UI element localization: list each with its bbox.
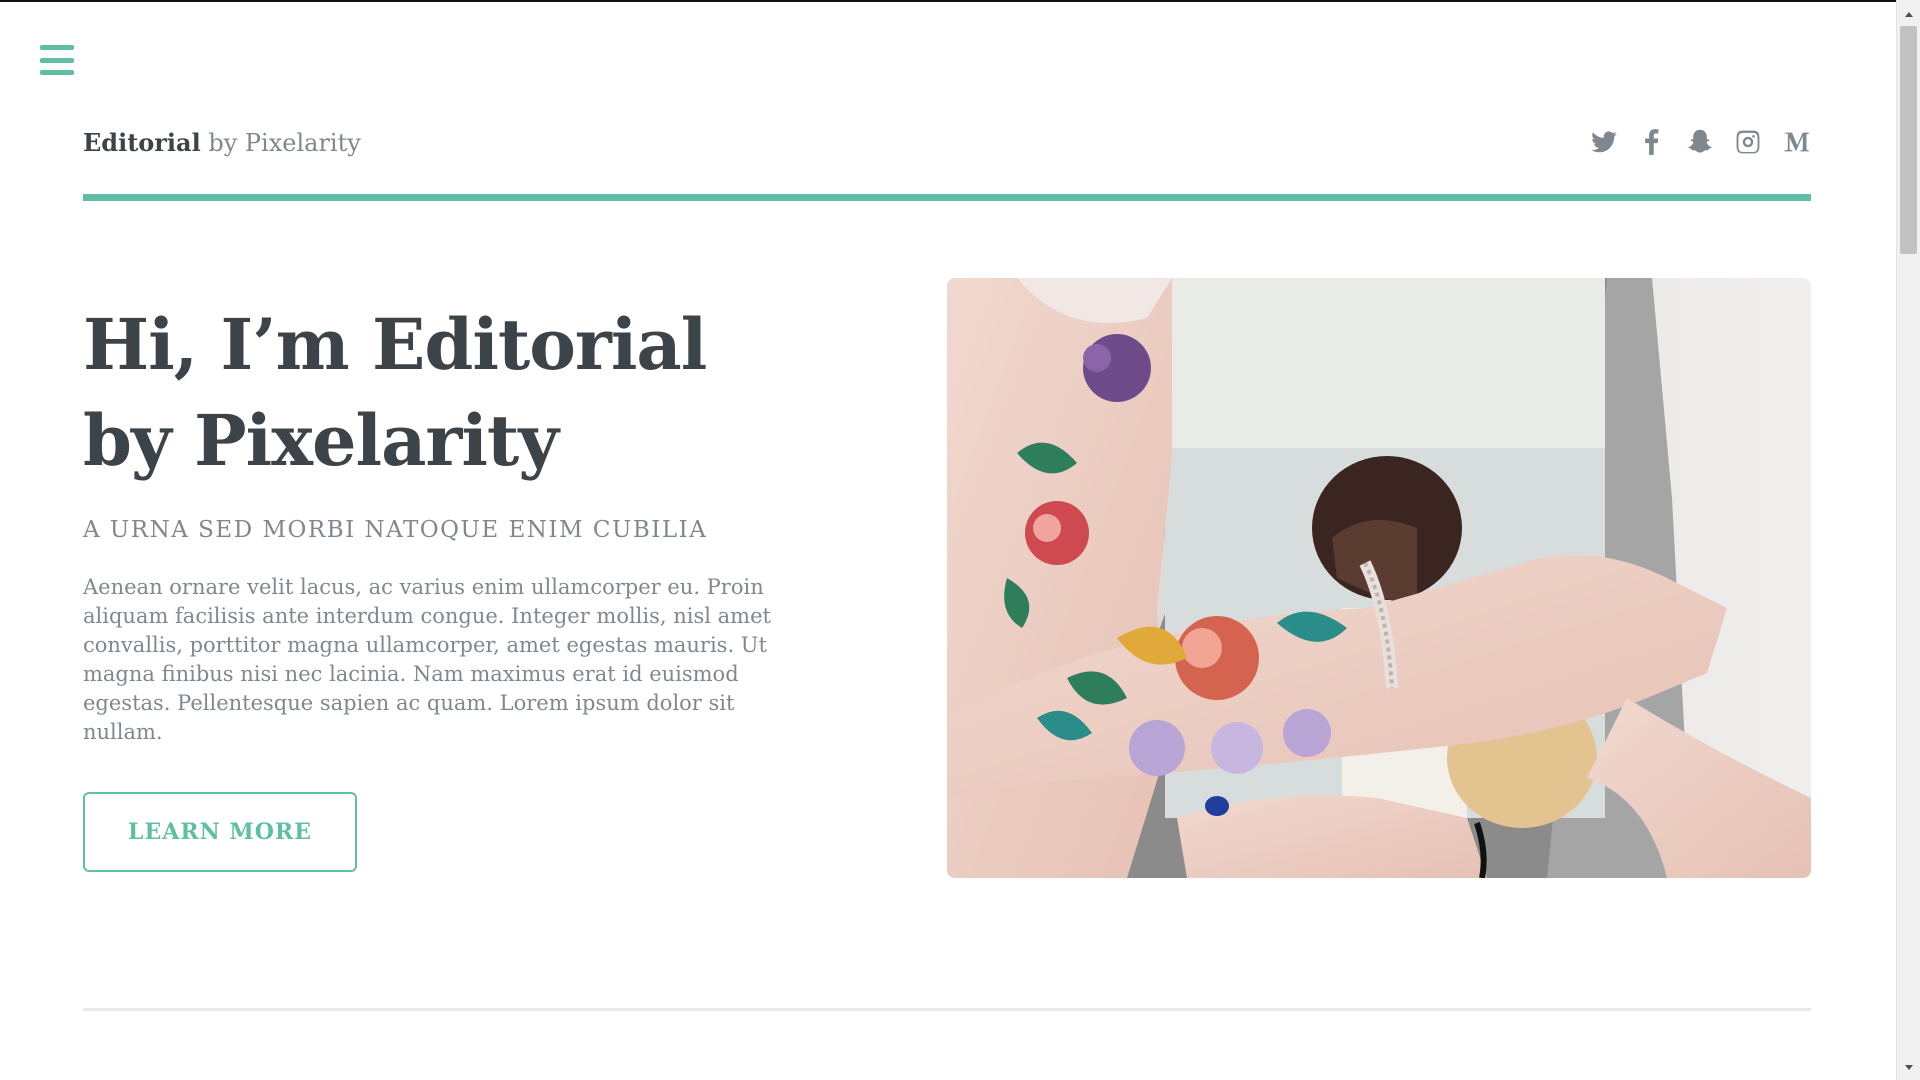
scroll-up-arrow-icon[interactable] xyxy=(1897,6,1920,24)
tattooed-arms-photo xyxy=(947,278,1811,878)
hamburger-bar xyxy=(40,57,74,63)
hero-title: Hi, I’m Editorial by Pixelarity xyxy=(83,303,707,482)
twitter-icon[interactable] xyxy=(1589,127,1619,157)
header-divider xyxy=(83,194,1811,201)
social-icons xyxy=(1589,127,1811,157)
logo-rest: by Pixelarity xyxy=(200,128,361,157)
medium-icon[interactable] xyxy=(1781,127,1811,157)
menu-toggle-icon[interactable] xyxy=(40,45,74,75)
hero-subtitle: A URNA SED MORBI NATOQUE ENIM CUBILIA xyxy=(83,517,708,543)
scrollbar-thumb[interactable] xyxy=(1900,26,1917,254)
scroll-down-arrow-icon[interactable] xyxy=(1897,1058,1920,1076)
instagram-icon[interactable] xyxy=(1733,127,1763,157)
page: Editorial by Pixelarity Hi, I’m Editoria… xyxy=(0,2,1896,1080)
logo-strong: Editorial xyxy=(83,127,201,157)
hero-body-text: Aenean ornare velit lacus, ac varius eni… xyxy=(83,575,771,744)
site-header: Editorial by Pixelarity xyxy=(83,122,1811,162)
site-logo[interactable]: Editorial by Pixelarity xyxy=(83,128,361,157)
learn-more-button[interactable]: LEARN MORE xyxy=(83,792,357,872)
hero-content: Hi, I’m Editorial by Pixelarity A URNA S… xyxy=(83,297,783,747)
hamburger-bar xyxy=(40,70,74,75)
facebook-icon[interactable] xyxy=(1637,127,1667,157)
hero-image xyxy=(947,278,1811,878)
section-divider xyxy=(83,1008,1811,1011)
vertical-scrollbar[interactable] xyxy=(1896,0,1920,1080)
snapchat-icon[interactable] xyxy=(1685,127,1715,157)
hamburger-bar xyxy=(40,45,74,50)
